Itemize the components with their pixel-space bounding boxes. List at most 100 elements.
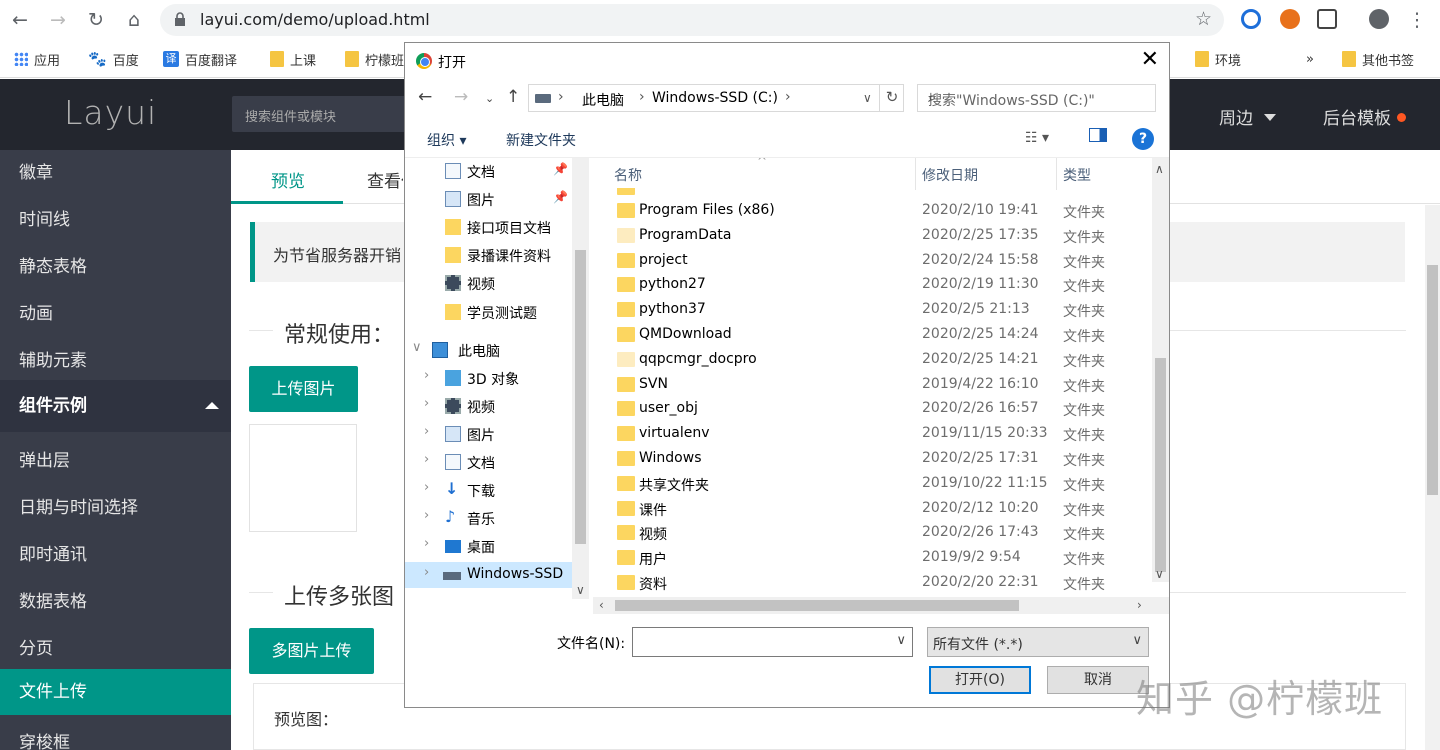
nav-item[interactable]: › 文档: [405, 449, 573, 475]
file-row[interactable]: SVN 2019/4/22 16:10 文件夹: [593, 373, 1153, 398]
breadcrumb-this-pc[interactable]: 此电脑: [582, 90, 624, 110]
refresh-icon[interactable]: ↻: [879, 84, 904, 112]
preview-pane-icon[interactable]: [1089, 128, 1107, 146]
breadcrumb-drive[interactable]: Windows-SSD (C:): [652, 90, 778, 106]
nav-item[interactable]: › ↓ 下载: [405, 477, 573, 503]
sidebar-item[interactable]: 辅助元素: [0, 346, 231, 371]
nav-item[interactable]: 录播课件资料: [405, 242, 573, 268]
nav-item[interactable]: 学员测试题: [405, 299, 573, 325]
recent-locations-icon[interactable]: ⌄: [485, 92, 494, 105]
component-search-input[interactable]: 搜索组件或模块: [232, 96, 412, 132]
file-row[interactable]: Windows 2020/2/25 17:31 文件夹: [593, 447, 1153, 472]
file-row[interactable]: python37 2020/2/5 21:13 文件夹: [593, 298, 1153, 323]
file-row-partial[interactable]: [593, 188, 1153, 196]
file-row[interactable]: ProgramData 2020/2/25 17:35 文件夹: [593, 224, 1153, 249]
extension-icon[interactable]: [1241, 9, 1261, 29]
view-options-icon[interactable]: ☷ ▾: [1025, 130, 1049, 146]
nav-item[interactable]: › 3D 对象: [405, 365, 573, 391]
help-icon[interactable]: ?: [1132, 128, 1154, 150]
file-list-scrollbar[interactable]: ∧ ∨: [1152, 158, 1169, 582]
new-folder-button[interactable]: 新建文件夹: [506, 130, 576, 150]
file-row[interactable]: 共享文件夹 2019/10/22 11:15 文件夹: [593, 472, 1153, 497]
bookmark-folder[interactable]: 上课: [270, 50, 316, 69]
nav-item-this-pc[interactable]: ∨ 此电脑: [405, 337, 573, 363]
sidebar-item-upload[interactable]: 文件上传: [0, 669, 231, 715]
nav-item[interactable]: 网络: [405, 594, 573, 599]
sidebar-item[interactable]: 徽章: [0, 158, 231, 183]
reload-icon[interactable]: ↻: [84, 8, 108, 32]
file-row[interactable]: 资料 2020/2/20 22:31 文件夹: [593, 571, 1153, 596]
sidebar-item[interactable]: 日期与时间选择: [0, 493, 231, 518]
cancel-button[interactable]: 取消: [1047, 666, 1149, 694]
nav-item[interactable]: › ♪ 音乐: [405, 505, 573, 531]
header-link-admin-template[interactable]: 后台模板: [1323, 104, 1406, 129]
close-icon[interactable]: ✕: [1141, 47, 1159, 72]
file-row[interactable]: user_obj 2020/2/26 16:57 文件夹: [593, 397, 1153, 422]
extension-icon[interactable]: [1280, 9, 1300, 29]
scroll-right-icon[interactable]: ›: [1137, 598, 1142, 612]
sidebar-item[interactable]: 即时通讯: [0, 540, 231, 565]
file-row[interactable]: python27 2020/2/19 11:30 文件夹: [593, 273, 1153, 298]
file-row[interactable]: QMDownload 2020/2/25 14:24 文件夹: [593, 323, 1153, 348]
profile-icon[interactable]: [1369, 9, 1389, 29]
bookmark-baidu[interactable]: 🐾 百度: [88, 50, 139, 69]
file-type-select[interactable]: 所有文件 (*.*) ∨: [927, 627, 1149, 657]
back-arrow-icon[interactable]: ←: [418, 87, 432, 107]
chevron-down-icon[interactable]: ∨: [863, 91, 872, 105]
nav-item[interactable]: 视频: [405, 270, 573, 296]
sidebar-item[interactable]: 时间线: [0, 205, 231, 230]
column-divider[interactable]: [915, 158, 916, 190]
column-header-name[interactable]: 名称: [614, 165, 642, 185]
nav-item[interactable]: › 图片: [405, 421, 573, 447]
bookmark-apps[interactable]: 应用: [14, 50, 60, 69]
upload-image-button[interactable]: 上传图片: [249, 366, 358, 412]
forward-icon[interactable]: →: [46, 8, 70, 32]
scroll-down-icon[interactable]: ∨: [576, 583, 585, 597]
bookmark-folder[interactable]: 环境: [1195, 50, 1241, 69]
nav-scrollbar[interactable]: ∨: [572, 158, 589, 599]
nav-item[interactable]: › 视频: [405, 393, 573, 419]
bookmark-other[interactable]: 其他书签: [1342, 50, 1414, 69]
dialog-search-input[interactable]: 搜索"Windows-SSD (C:)" ⌕: [917, 84, 1156, 112]
file-row[interactable]: Program Files (x86) 2020/2/10 19:41 文件夹: [593, 199, 1153, 224]
open-button[interactable]: 打开(O): [929, 666, 1031, 694]
sidebar-item[interactable]: 动画: [0, 299, 231, 324]
address-bar[interactable]: layui.com/demo/upload.html ☆: [160, 4, 1224, 36]
column-header-type[interactable]: 类型: [1063, 165, 1091, 185]
file-list-hscrollbar[interactable]: ‹ ›: [593, 597, 1169, 614]
file-list-scrollbar-thumb[interactable]: [1155, 358, 1166, 572]
bookmark-baidu-translate[interactable]: 译 百度翻译: [163, 50, 237, 69]
file-row[interactable]: virtualenv 2019/11/15 20:33 文件夹: [593, 422, 1153, 447]
tab-preview[interactable]: 预览: [271, 167, 305, 192]
forward-arrow-icon[interactable]: →: [454, 87, 468, 107]
chevron-down-icon[interactable]: ∨: [896, 633, 906, 648]
sidebar-item[interactable]: 数据表格: [0, 587, 231, 612]
header-link-periphery[interactable]: 周边: [1219, 104, 1277, 129]
file-row[interactable]: 课件 2020/2/12 10:20 文件夹: [593, 497, 1153, 522]
sidebar-item[interactable]: 分页: [0, 634, 231, 659]
sidebar-item[interactable]: 静态表格: [0, 252, 231, 277]
tab-view-code[interactable]: 查看代码: [367, 167, 403, 192]
file-list-hscrollbar-thumb[interactable]: [615, 600, 1019, 611]
bookmark-star-icon[interactable]: ☆: [1195, 8, 1212, 30]
file-row[interactable]: project 2020/2/24 15:58 文件夹: [593, 249, 1153, 274]
column-divider[interactable]: [1056, 158, 1057, 190]
bookmarks-overflow[interactable]: »: [1306, 50, 1314, 68]
column-header-date[interactable]: 修改日期: [922, 165, 978, 185]
file-row[interactable]: 用户 2019/9/2 9:54 文件夹: [593, 546, 1153, 571]
nav-item-drive-selected[interactable]: › Windows-SSD: [405, 562, 573, 588]
sidebar-group-components[interactable]: 组件示例: [0, 380, 231, 432]
bookmark-folder[interactable]: 柠檬班: [345, 50, 404, 69]
scroll-up-icon[interactable]: ∧: [1155, 162, 1164, 176]
up-arrow-icon[interactable]: ↑: [506, 87, 520, 107]
menu-icon[interactable]: ⋮: [1405, 8, 1429, 32]
filename-input[interactable]: ∨: [632, 627, 913, 657]
dialog-address-bar[interactable]: › 此电脑 › Windows-SSD (C:) › ∨: [528, 84, 904, 112]
scroll-down-icon[interactable]: ∨: [1155, 567, 1164, 581]
nav-scrollbar-thumb[interactable]: [575, 250, 586, 544]
page-scrollbar[interactable]: [1425, 205, 1440, 750]
file-row[interactable]: qqpcmgr_docpro 2020/2/25 14:21 文件夹: [593, 348, 1153, 373]
multi-upload-button[interactable]: 多图片上传: [249, 628, 374, 674]
page-scrollbar-thumb[interactable]: [1427, 265, 1438, 495]
file-row[interactable]: 视频 2020/2/26 17:43 文件夹: [593, 521, 1153, 546]
